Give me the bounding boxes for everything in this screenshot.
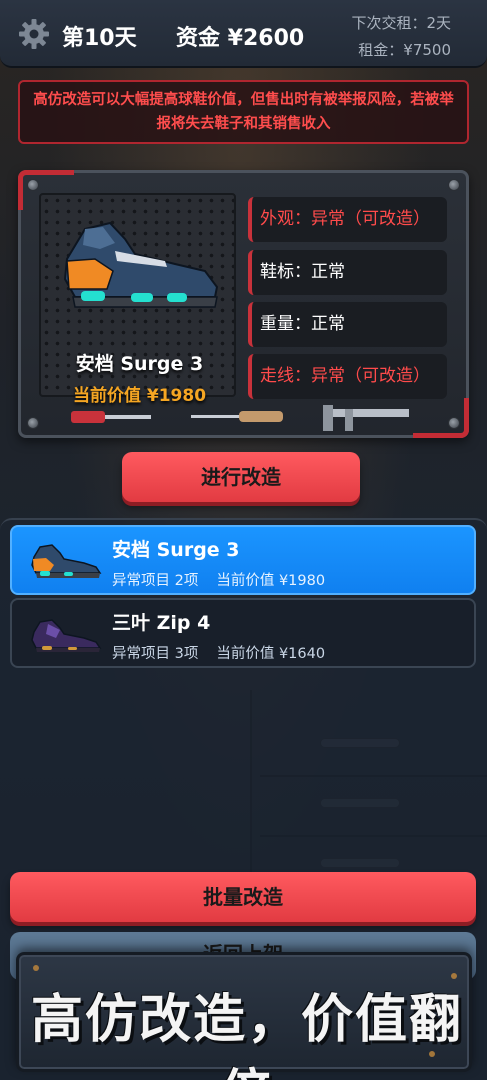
list-item-name: 安档 Surge 3	[112, 539, 240, 561]
tools-rack	[71, 405, 409, 431]
promo-slogan: 高仿改造，价值翻倍	[30, 990, 463, 1080]
funds-display: 资金 ¥2600	[176, 26, 305, 51]
list-item[interactable]: 三叶 Zip 4 异常项目 3项 当前价值 ¥1640	[10, 598, 476, 668]
shoe-detail-panel: 安档 Surge 3 当前价值 ¥1980 外观：异常（可改造） 鞋标：正常 重…	[18, 170, 469, 438]
list-item-issues: 异常项目 3项	[112, 646, 199, 662]
batch-modify-button[interactable]: 批量改造	[10, 872, 476, 922]
attribute-weight: 重量：正常	[248, 302, 447, 347]
list-item-meta: 异常项目 2项 当前价值 ¥1980	[112, 569, 325, 590]
list-item-value: 当前价值 ¥1640	[216, 646, 326, 662]
attribute-appearance: 外观：异常（可改造）	[248, 197, 447, 242]
screw-icon	[448, 417, 460, 429]
list-item-issues: 异常项目 2项	[112, 573, 199, 589]
panel-corner-accent	[413, 398, 469, 438]
caliper-icon	[323, 405, 409, 431]
screw-icon	[27, 179, 39, 191]
attribute-stitching: 走线：异常（可改造）	[248, 354, 447, 399]
shoe-name: 安档 Surge 3	[75, 353, 204, 375]
attribute-label: 鞋标：正常	[260, 262, 345, 282]
attribute-label: 外观：异常（可改造）	[260, 209, 430, 229]
shoe-display-board: 安档 Surge 3 当前价值 ¥1980	[39, 193, 236, 406]
list-item-name: 三叶 Zip 4	[112, 612, 211, 634]
awl-icon	[191, 411, 283, 422]
list-item[interactable]: 安档 Surge 3 异常项目 2项 当前价值 ¥1980	[10, 525, 476, 595]
rust-speck	[33, 965, 39, 971]
shoe-icon	[31, 544, 102, 578]
list-item-value: 当前价值 ¥1980	[216, 573, 326, 589]
attribute-label-tag: 鞋标：正常	[248, 250, 447, 295]
screw-icon	[448, 179, 460, 191]
shoe-icon	[63, 221, 219, 308]
modify-button[interactable]: 进行改造	[122, 452, 360, 502]
attribute-label: 重量：正常	[260, 314, 345, 334]
screw-icon	[27, 417, 39, 429]
screwdriver-icon	[71, 411, 151, 423]
rent-amount: 租金：¥7500	[358, 41, 451, 59]
shoe-icon	[31, 619, 102, 652]
list-item-meta: 异常项目 3项 当前价值 ¥1640	[112, 642, 325, 663]
warning-notice: 高仿改造可以大幅提高球鞋价值，但售出时有被举报风险，若被举报将失去鞋子和其销售收…	[18, 80, 469, 144]
promo-banner: 高仿改造，价值翻倍	[16, 952, 472, 1080]
top-bar: 第10天 资金 ¥2600 下次交租：2天 租金：¥7500	[0, 0, 487, 68]
gear-icon[interactable]	[18, 18, 50, 50]
attribute-label: 走线：异常（可改造）	[260, 366, 430, 386]
day-counter: 第10天	[62, 26, 137, 51]
rent-due-countdown: 下次交租：2天	[351, 14, 451, 32]
